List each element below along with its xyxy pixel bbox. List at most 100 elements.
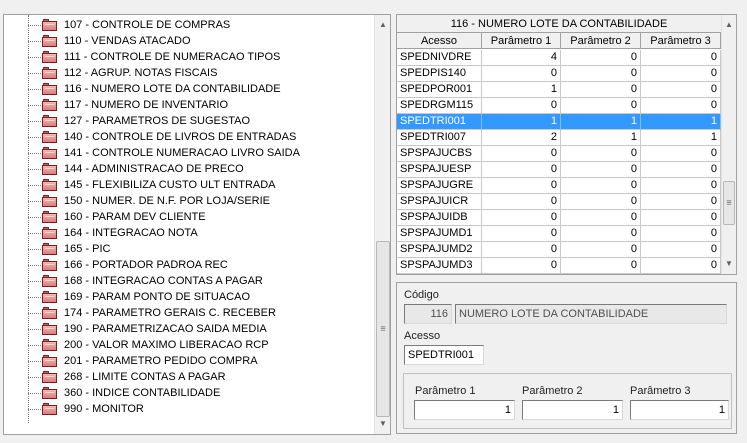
- cell-param1[interactable]: 0: [482, 210, 561, 226]
- param2-field[interactable]: 1: [522, 400, 623, 420]
- cell-param2[interactable]: 0: [561, 50, 641, 66]
- cell-param2[interactable]: 0: [561, 226, 641, 242]
- cell-param1[interactable]: 1: [482, 82, 561, 98]
- tree-item[interactable]: 200 - VALOR MAXIMO LIBERACAO RCP: [4, 337, 374, 353]
- tree-item[interactable]: 160 - PARAM DEV CLIENTE: [4, 209, 374, 225]
- table-row[interactable]: SPSPAJUMD2 0 0 0: [397, 242, 721, 258]
- cell-param1[interactable]: 0: [482, 226, 561, 242]
- cell-acesso[interactable]: SPSPAJUGRE: [397, 178, 482, 194]
- cell-param1[interactable]: 0: [482, 146, 561, 162]
- tree-item[interactable]: 169 - PARAM PONTO DE SITUACAO: [4, 289, 374, 305]
- cell-param1[interactable]: 2: [482, 130, 561, 146]
- tree-item[interactable]: 107 - CONTROLE DE COMPRAS: [4, 17, 374, 33]
- table-row[interactable]: SPEDNIVDRE 4 0 0: [397, 50, 721, 66]
- tree-item[interactable]: 140 - CONTROLE DE LIVROS DE ENTRADAS: [4, 129, 374, 145]
- cell-param3[interactable]: 0: [641, 258, 721, 274]
- tree-item[interactable]: 144 - ADMINISTRACAO DE PRECO: [4, 161, 374, 177]
- arrow-down-icon[interactable]: ▼: [722, 256, 736, 272]
- tree-item[interactable]: 201 - PARAMETRO PEDIDO COMPRA: [4, 353, 374, 369]
- cell-param3[interactable]: 0: [641, 66, 721, 82]
- cell-param3[interactable]: 0: [641, 226, 721, 242]
- tree-item[interactable]: 141 - CONTROLE NUMERACAO LIVRO SAIDA: [4, 145, 374, 161]
- table-row[interactable]: SPSPAJUMD1 0 0 0: [397, 226, 721, 242]
- table-row[interactable]: SPSPAJUMD3 0 0 0: [397, 258, 721, 274]
- table-row[interactable]: SPSPAJUCBS 0 0 0: [397, 146, 721, 162]
- cell-param2[interactable]: 1: [561, 114, 641, 130]
- cell-param3[interactable]: 0: [641, 178, 721, 194]
- tree-item[interactable]: 112 - AGRUP. NOTAS FISCAIS: [4, 65, 374, 81]
- cell-param3[interactable]: 0: [641, 194, 721, 210]
- cell-param3[interactable]: 0: [641, 82, 721, 98]
- cell-acesso[interactable]: SPSPAJUMD2: [397, 242, 482, 258]
- cell-param1[interactable]: 0: [482, 162, 561, 178]
- cell-param3[interactable]: 1: [641, 114, 721, 130]
- arrow-down-icon[interactable]: ▼: [375, 416, 390, 432]
- tree-item[interactable]: 150 - NUMER. DE N.F. POR LOJA/SERIE: [4, 193, 374, 209]
- codigo-field[interactable]: 116: [404, 304, 452, 324]
- cell-param1[interactable]: 0: [482, 98, 561, 114]
- cell-acesso[interactable]: SPSPAJUMD1: [397, 226, 482, 242]
- cell-acesso[interactable]: SPEDTRI007: [397, 130, 482, 146]
- cell-param2[interactable]: 0: [561, 98, 641, 114]
- tree-item[interactable]: 116 - NUMERO LOTE DA CONTABILIDADE: [4, 81, 374, 97]
- tree-scrollbar[interactable]: ▲ ≡ ▼: [374, 15, 390, 434]
- grid-scrollbar[interactable]: ▲ ≡ ▼: [721, 15, 736, 274]
- tree-item[interactable]: 190 - PARAMETRIZACAO SAIDA MEDIA: [4, 321, 374, 337]
- cell-param2[interactable]: 0: [561, 194, 641, 210]
- tree-item[interactable]: 268 - LIMITE CONTAS A PAGAR: [4, 369, 374, 385]
- cell-param3[interactable]: 0: [641, 210, 721, 226]
- table-row[interactable]: SPEDPOR001 1 0 0: [397, 82, 721, 98]
- table-row[interactable]: SPEDPIS140 0 0 0: [397, 66, 721, 82]
- cell-acesso[interactable]: SPEDPIS140: [397, 66, 482, 82]
- cell-param1[interactable]: 0: [482, 242, 561, 258]
- tree-item[interactable]: 990 - MONITOR: [4, 401, 374, 417]
- column-header-acesso[interactable]: Acesso: [397, 33, 482, 49]
- tree-item[interactable]: 174 - PARAMETRO GERAIS C. RECEBER: [4, 305, 374, 321]
- tree-item[interactable]: 110 - VENDAS ATACADO: [4, 33, 374, 49]
- grid-scrollbar-thumb[interactable]: ≡: [723, 181, 735, 225]
- cell-param2[interactable]: 0: [561, 82, 641, 98]
- tree-item[interactable]: 165 - PIC: [4, 241, 374, 257]
- arrow-up-icon[interactable]: ▲: [375, 17, 390, 33]
- cell-param2[interactable]: 0: [561, 178, 641, 194]
- cell-param1[interactable]: 4: [482, 50, 561, 66]
- cell-param1[interactable]: 1: [482, 114, 561, 130]
- tree-item[interactable]: 145 - FLEXIBILIZA CUSTO ULT ENTRADA: [4, 177, 374, 193]
- cell-acesso[interactable]: SPSPAJUMD3: [397, 258, 482, 274]
- cell-param1[interactable]: 0: [482, 178, 561, 194]
- tree-item[interactable]: 117 - NUMERO DE INVENTARIO: [4, 97, 374, 113]
- descricao-field[interactable]: NUMERO LOTE DA CONTABILIDADE: [455, 304, 727, 324]
- tree-item[interactable]: 127 - PARAMETROS DE SUGESTAO: [4, 113, 374, 129]
- cell-param1[interactable]: 0: [482, 66, 561, 82]
- cell-param2[interactable]: 0: [561, 162, 641, 178]
- param1-field[interactable]: 1: [414, 400, 515, 420]
- cell-param1[interactable]: 0: [482, 258, 561, 274]
- param3-field[interactable]: 1: [630, 400, 729, 420]
- table-row[interactable]: SPSPAJUGRE 0 0 0: [397, 178, 721, 194]
- column-header-param3[interactable]: Parâmetro 3: [641, 33, 721, 49]
- arrow-up-icon[interactable]: ▲: [722, 17, 736, 33]
- cell-param3[interactable]: 1: [641, 130, 721, 146]
- tree-scrollbar-thumb[interactable]: ≡: [376, 241, 390, 417]
- table-row[interactable]: SPEDTRI007 2 1 1: [397, 130, 721, 146]
- table-row[interactable]: SPSPAJUIDB 0 0 0: [397, 210, 721, 226]
- cell-param2[interactable]: 1: [561, 130, 641, 146]
- table-row[interactable]: SPSPAJUICR 0 0 0: [397, 194, 721, 210]
- cell-acesso[interactable]: SPEDTRI001: [397, 114, 482, 130]
- cell-param3[interactable]: 0: [641, 50, 721, 66]
- tree-item[interactable]: 360 - INDICE CONTABILIDADE: [4, 385, 374, 401]
- cell-acesso[interactable]: SPEDNIVDRE: [397, 50, 482, 66]
- cell-param3[interactable]: 0: [641, 146, 721, 162]
- tree-item[interactable]: 164 - INTEGRACAO NOTA: [4, 225, 374, 241]
- cell-acesso[interactable]: SPSPAJUICR: [397, 194, 482, 210]
- acesso-field[interactable]: SPEDTRI001: [404, 345, 484, 365]
- column-header-param2[interactable]: Parâmetro 2: [561, 33, 641, 49]
- table-row[interactable]: SPSPAJUESP 0 0 0: [397, 162, 721, 178]
- tree-item[interactable]: 111 - CONTROLE DE NUMERACAO TIPOS: [4, 49, 374, 65]
- cell-param2[interactable]: 0: [561, 210, 641, 226]
- cell-param1[interactable]: 0: [482, 194, 561, 210]
- tree-item[interactable]: 166 - PORTADOR PADROA REC: [4, 257, 374, 273]
- cell-param2[interactable]: 0: [561, 242, 641, 258]
- cell-acesso[interactable]: SPEDPOR001: [397, 82, 482, 98]
- tree-item[interactable]: 168 - INTEGRACAO CONTAS A PAGAR: [4, 273, 374, 289]
